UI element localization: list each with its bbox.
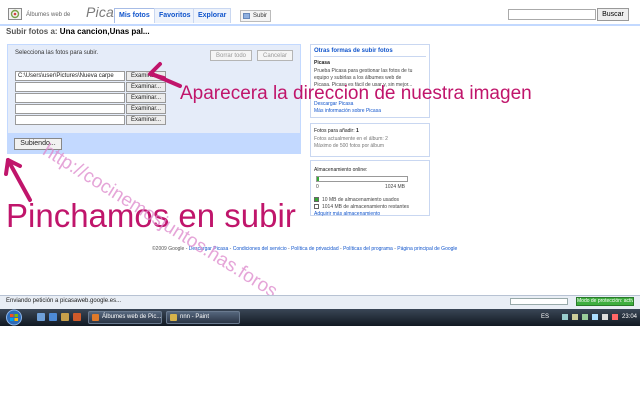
arrow-right-head <box>148 62 166 80</box>
tray-icon-alert[interactable] <box>612 314 618 320</box>
firefox-icon <box>92 314 99 321</box>
taskbar-window-picasa-label: Álbumes web de Pic... <box>102 314 162 320</box>
start-orb-icon[interactable] <box>4 309 24 326</box>
language-indicator[interactable]: ES <box>541 314 549 320</box>
ie-icon[interactable] <box>49 313 57 321</box>
paint-icon <box>170 314 177 321</box>
show-desktop-icon[interactable] <box>37 313 45 321</box>
volume-icon[interactable] <box>602 314 608 320</box>
clock[interactable]: 23:04 <box>622 314 637 320</box>
network-icon[interactable] <box>592 314 598 320</box>
status-progress <box>510 298 568 305</box>
annotation-address-text: Aparecera la direccion de nuestra imagen <box>180 83 532 104</box>
tray-icon-3[interactable] <box>582 314 588 320</box>
protected-mode-indicator[interactable]: Modo de protección: activado <box>576 297 634 306</box>
explorer-icon[interactable] <box>61 313 69 321</box>
annotation-arrows <box>4 62 182 202</box>
tray-icon-1[interactable] <box>562 314 568 320</box>
media-player-icon[interactable] <box>73 313 81 321</box>
taskbar-window-picasa[interactable]: Álbumes web de Pic... <box>88 311 162 324</box>
tray-icon-2[interactable] <box>572 314 578 320</box>
taskbar-window-paint[interactable]: nnn - Paint <box>166 311 240 324</box>
status-text: Enviando petición a picasaweb.google.es.… <box>6 298 122 304</box>
taskbar-window-paint-label: nnn - Paint <box>180 314 210 320</box>
